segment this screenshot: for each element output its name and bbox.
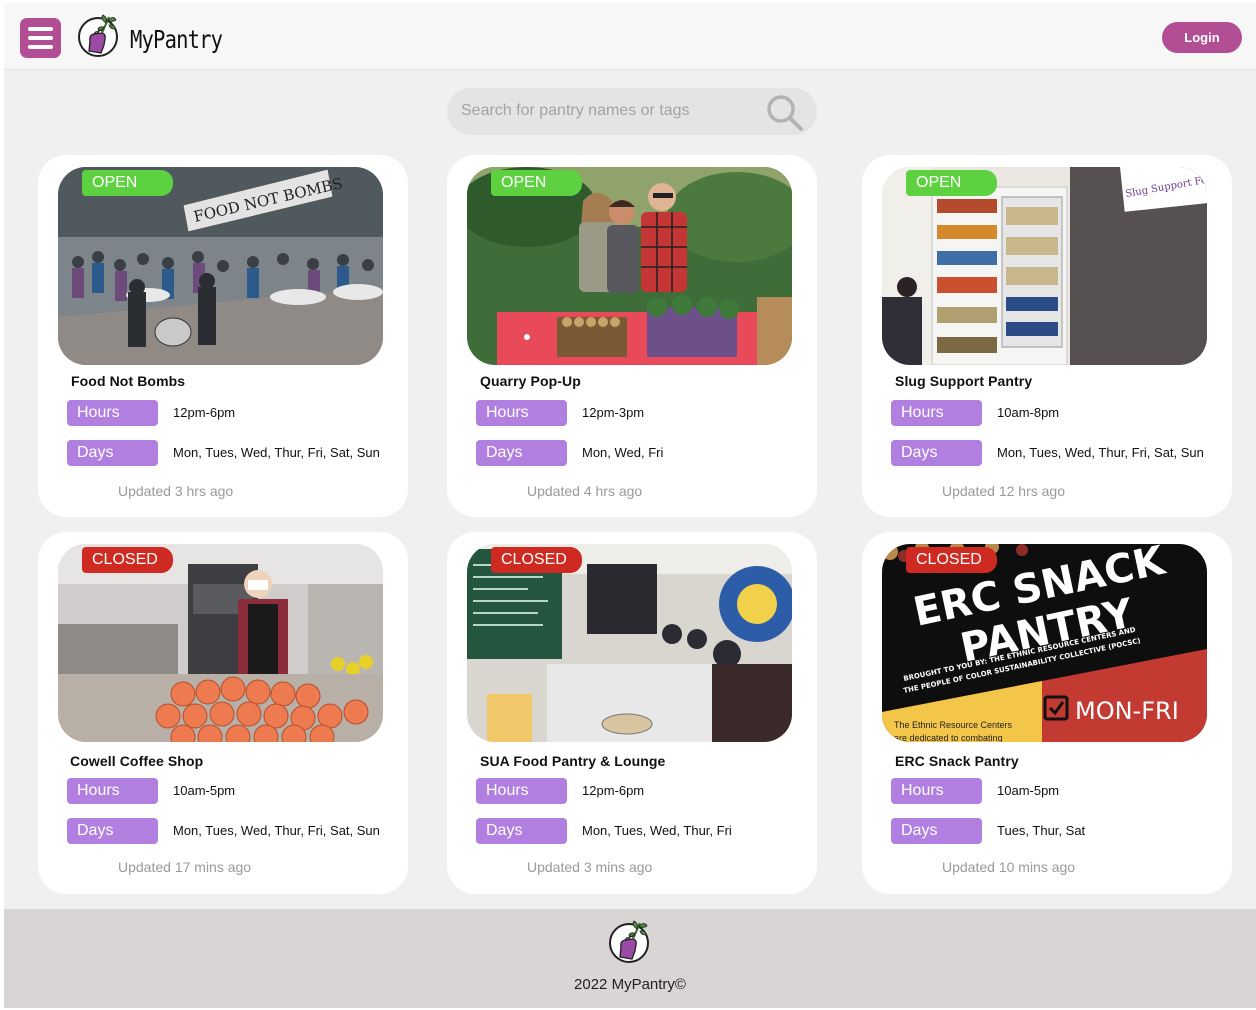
app-frame: MyPantry Login FOOD NOT BOMBS: [4, 3, 1256, 1008]
days-label: Days: [476, 440, 567, 466]
pantry-name: SUA Food Pantry & Lounge: [480, 753, 666, 769]
pantry-name: Cowell Coffee Shop: [70, 753, 204, 769]
pantry-card[interactable]: ERC SNACK PANTRY BROUGHT TO YOU BY: THE …: [862, 532, 1232, 894]
hours-label: Hours: [891, 400, 982, 426]
days-label: Days: [67, 818, 158, 844]
hours-value: 12pm-6pm: [582, 783, 645, 798]
days-value: Mon, Tues, Wed, Thur, Fri, Sat, Sun: [997, 445, 1204, 460]
status-badge: OPEN: [82, 170, 173, 196]
pantry-photo: [58, 544, 383, 742]
poster-blurb-1: The Ethnic Resource Centers: [894, 720, 1013, 730]
pantry-photo: [467, 167, 792, 365]
status-badge: CLOSED: [906, 547, 997, 573]
mypantry-logo-icon[interactable]: [76, 11, 122, 61]
poster-days: MON-FRI: [1075, 697, 1179, 725]
menu-bar: [28, 36, 53, 40]
days-label: Days: [891, 440, 982, 466]
search-bar: [447, 88, 817, 135]
updated-timestamp: Updated 17 mins ago: [118, 859, 252, 875]
search-input[interactable]: [461, 98, 751, 124]
mypantry-logo-icon: [609, 920, 649, 963]
pantry-photo: FOOD NOT BOMBS: [58, 167, 383, 365]
top-bar: MyPantry Login: [4, 3, 1256, 70]
updated-timestamp: Updated 4 hrs ago: [527, 483, 643, 499]
pantry-card[interactable]: FOOD NOT BOMBS OPEN Food Not Bombs Hours…: [38, 155, 408, 517]
footer: 2022 MyPantry©: [4, 909, 1256, 1008]
pantry-photo: ERC SNACK PANTRY BROUGHT TO YOU BY: THE …: [882, 544, 1207, 742]
pantry-photo: Slug Support Food Pantry!: [882, 167, 1207, 365]
hours-value: 12pm-6pm: [173, 405, 236, 420]
status-badge: CLOSED: [82, 547, 173, 573]
days-label: Days: [67, 440, 158, 466]
status-badge: OPEN: [906, 170, 997, 196]
hours-label: Hours: [476, 400, 567, 426]
pantry-card[interactable]: OPEN Quarry Pop-Up Hours 12pm-3pm Days M…: [447, 155, 817, 517]
pantry-card[interactable]: Slug Support Food Pantry! OPEN Slug Supp…: [862, 155, 1232, 517]
updated-timestamp: Updated 3 mins ago: [527, 859, 653, 875]
search-icon[interactable]: [765, 93, 805, 133]
days-value: Mon, Tues, Wed, Thur, Fri: [582, 823, 732, 838]
poster-blurb-2: are dedicated to combating: [894, 733, 1003, 742]
days-value: Mon, Wed, Fri: [582, 445, 664, 460]
hours-value: 10am-5pm: [997, 783, 1060, 798]
days-label: Days: [476, 818, 567, 844]
hours-label: Hours: [67, 778, 158, 804]
hamburger-menu-button[interactable]: [20, 18, 61, 58]
pantry-name: Quarry Pop-Up: [480, 373, 581, 389]
pantry-card[interactable]: CLOSED SUA Food Pantry & Lounge Hours 12…: [447, 532, 817, 894]
pantry-name: Slug Support Pantry: [895, 373, 1033, 389]
pantry-card[interactable]: CLOSED Cowell Coffee Shop Hours 10am-5pm…: [38, 532, 408, 894]
brand-name: MyPantry: [130, 25, 223, 54]
hours-value: 12pm-3pm: [582, 405, 645, 420]
updated-timestamp: Updated 3 hrs ago: [118, 483, 234, 499]
pantry-name: ERC Snack Pantry: [895, 753, 1019, 769]
updated-timestamp: Updated 12 hrs ago: [942, 483, 1065, 499]
hours-label: Hours: [476, 778, 567, 804]
menu-bar: [28, 45, 53, 49]
hours-value: 10am-8pm: [997, 405, 1060, 420]
days-value: Mon, Tues, Wed, Thur, Fri, Sat, Sun: [173, 445, 380, 460]
days-label: Days: [891, 818, 982, 844]
days-value: Tues, Thur, Sat: [997, 823, 1086, 838]
login-button[interactable]: Login: [1162, 22, 1242, 53]
updated-timestamp: Updated 10 mins ago: [942, 859, 1076, 875]
days-value: Mon, Tues, Wed, Thur, Fri, Sat, Sun: [173, 823, 380, 838]
status-badge: OPEN: [491, 170, 582, 196]
copyright-text: 2022 MyPantry©: [574, 976, 686, 993]
status-badge: CLOSED: [491, 547, 582, 573]
hours-label: Hours: [891, 778, 982, 804]
hours-value: 10am-5pm: [173, 783, 236, 798]
hours-label: Hours: [67, 400, 158, 426]
pantry-name: Food Not Bombs: [71, 373, 186, 389]
menu-bar: [28, 27, 53, 31]
pantry-photo: [467, 544, 792, 742]
